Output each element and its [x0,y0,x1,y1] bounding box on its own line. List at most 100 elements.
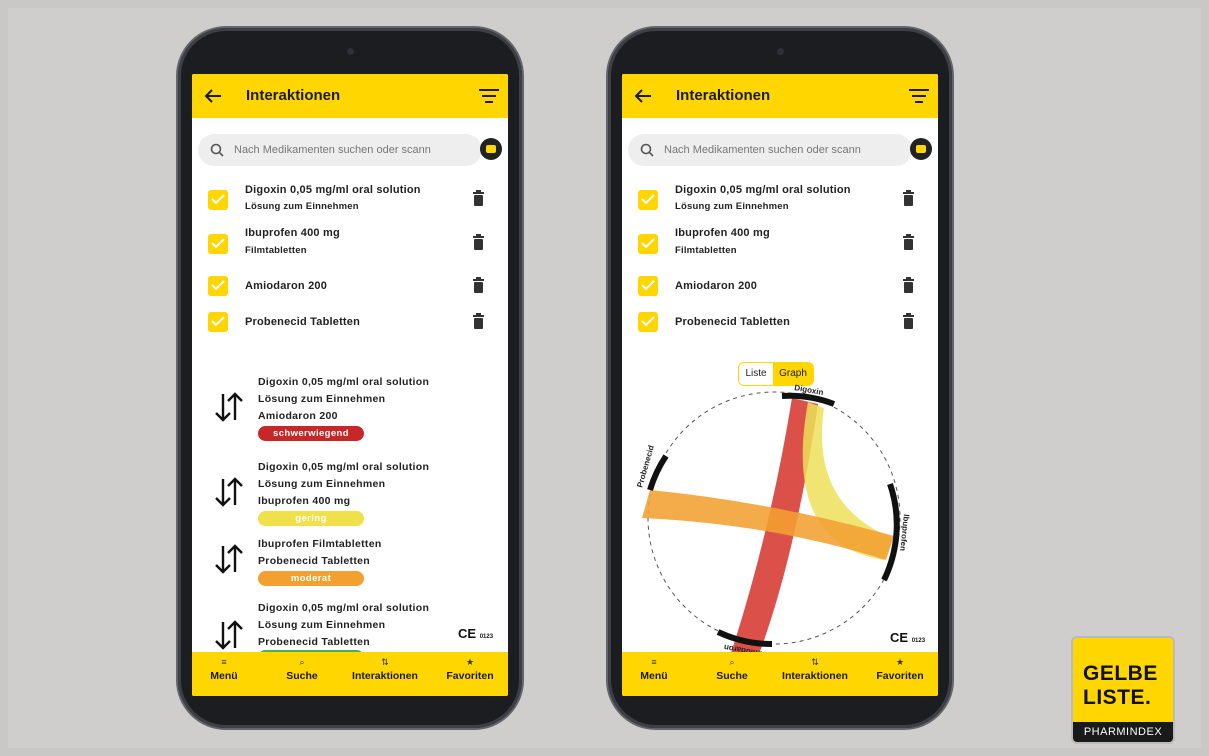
interaction-drug-b: Probenecid Tabletten [258,555,370,567]
arc-ibuprofen [881,483,900,582]
nav-search[interactable]: ⌕ Suche [280,656,324,682]
interaction-drug-a: Digoxin 0,05 mg/ml oral solution [258,461,430,473]
search-input[interactable] [234,134,464,166]
nav-favorites[interactable]: ★ Favoriten [870,656,930,682]
nav-label: Favoriten [876,670,924,682]
check-icon [641,316,655,327]
search-bar [198,134,482,166]
logo-line-2: LISTE. [1083,686,1152,709]
check-icon [641,194,655,205]
nav-interactions[interactable]: ⇅ Interaktionen [342,656,428,682]
phone-graph-view: Interaktionen Digoxin 0,05 mg/ml oral so… [608,28,952,728]
back-arrow-icon[interactable] [202,85,224,107]
medication-name: Ibuprofen 400 mg [245,227,340,239]
medication-name: Ibuprofen 400 mg [675,227,770,239]
check-icon [211,280,225,291]
menu-icon: ≡ [651,657,657,667]
medication-checkbox[interactable] [638,276,658,296]
app-bar: Interaktionen [622,74,938,118]
search-input[interactable] [664,134,894,166]
ce-symbol: CE [890,630,909,645]
interaction-drug-a-form: Lösung zum Einnehmen [258,393,386,405]
view-toggle: Liste Graph [738,362,814,386]
check-icon [641,238,655,249]
trash-icon[interactable] [902,234,915,250]
trash-icon[interactable] [902,190,915,206]
search-icon [640,143,654,157]
menu-icon: ≡ [221,657,227,667]
trash-icon[interactable] [472,313,485,329]
medication-checkbox[interactable] [638,234,658,254]
medication-form: Filmtabletten [675,245,737,256]
medication-checkbox[interactable] [208,312,228,332]
toggle-graph[interactable]: Graph [773,363,813,385]
back-arrow-icon[interactable] [632,85,654,107]
filter-icon[interactable] [908,86,930,106]
medication-checkbox[interactable] [638,312,658,332]
interaction-drug-b: Probenecid Tabletten [258,636,370,648]
arc-probenecid [647,454,669,491]
logo-line-1: GELBE [1083,662,1158,685]
nav-label: Suche [716,670,748,682]
ce-number: 0123 [911,638,926,644]
trash-icon[interactable] [902,313,915,329]
interaction-drug-a-form: Lösung zum Einnehmen [258,619,386,631]
nav-interactions[interactable]: ⇅ Interaktionen [772,656,858,682]
nav-label: Menü [640,670,668,682]
nav-menu[interactable]: ≡ Menü [204,656,244,682]
check-icon [211,316,225,327]
medication-form: Lösung zum Einnehmen [675,201,789,212]
trash-icon[interactable] [472,190,485,206]
barcode-scan-button[interactable] [910,138,932,160]
severity-badge: gering [258,511,364,526]
swap-arrows-icon [215,392,243,422]
search-icon: ⌕ [729,657,735,667]
nav-label: Suche [286,670,318,682]
ce-number: 0123 [479,634,494,640]
bottom-navigation: ≡ Menü ⌕ Suche ⇅ Interaktionen ★ Favorit… [192,652,508,696]
page-title: Interaktionen [246,87,341,104]
toggle-list[interactable]: Liste [739,363,773,385]
barcode-scan-button[interactable] [480,138,502,160]
search-icon: ⌕ [299,657,305,667]
medication-name: Digoxin 0,05 mg/ml oral solution [675,184,851,196]
filter-icon[interactable] [478,86,500,106]
swap-arrows-icon [215,544,243,574]
trash-icon[interactable] [902,277,915,293]
severity-badge: moderat [258,571,364,586]
severity-badge: schwerwiegend [258,426,364,441]
nav-favorites[interactable]: ★ Favoriten [440,656,500,682]
nav-search[interactable]: ⌕ Suche [710,656,754,682]
search-bar [628,134,912,166]
trash-icon[interactable] [472,277,485,293]
bottom-navigation: ≡ Menü ⌕ Suche ⇅ Interaktionen ★ Favorit… [622,652,938,696]
check-icon [211,194,225,205]
medication-checkbox[interactable] [208,190,228,210]
interaction-chord-graph: Digoxin Ibuprofen Amiodaron Probenecid [635,384,911,654]
logo-footer: PHARMINDEX [1073,722,1173,742]
interaction-drug-b: Ibuprofen 400 mg [258,495,351,507]
swap-icon: ⇅ [381,657,389,667]
trash-icon[interactable] [472,234,485,250]
barcode-icon [916,145,926,153]
gelbe-liste-logo: GELBE LISTE. PHARMINDEX [1071,636,1175,744]
ce-symbol: CE [458,626,477,641]
star-icon: ★ [895,657,905,667]
medication-name: Amiodaron 200 [675,280,758,292]
medication-name: Probenecid Tabletten [245,316,361,328]
camera-dot [347,48,354,55]
medication-checkbox[interactable] [208,276,228,296]
swap-arrows-icon [215,477,243,507]
nav-label: Interaktionen [352,670,418,682]
interaction-drug-a-form: Lösung zum Einnehmen [258,478,386,490]
app-bar: Interaktionen [192,74,508,118]
screen-list: Interaktionen Digoxin 0,05 mg/ml oral so… [192,74,508,696]
medication-checkbox[interactable] [208,234,228,254]
screen-graph: Interaktionen Digoxin 0,05 mg/ml oral so… [622,74,938,696]
interaction-drug-a: Digoxin 0,05 mg/ml oral solution [258,376,430,388]
medication-checkbox[interactable] [638,190,658,210]
nav-label: Favoriten [446,670,494,682]
nav-label: Interaktionen [782,670,848,682]
medication-form: Filmtabletten [245,245,307,256]
nav-menu[interactable]: ≡ Menü [634,656,674,682]
